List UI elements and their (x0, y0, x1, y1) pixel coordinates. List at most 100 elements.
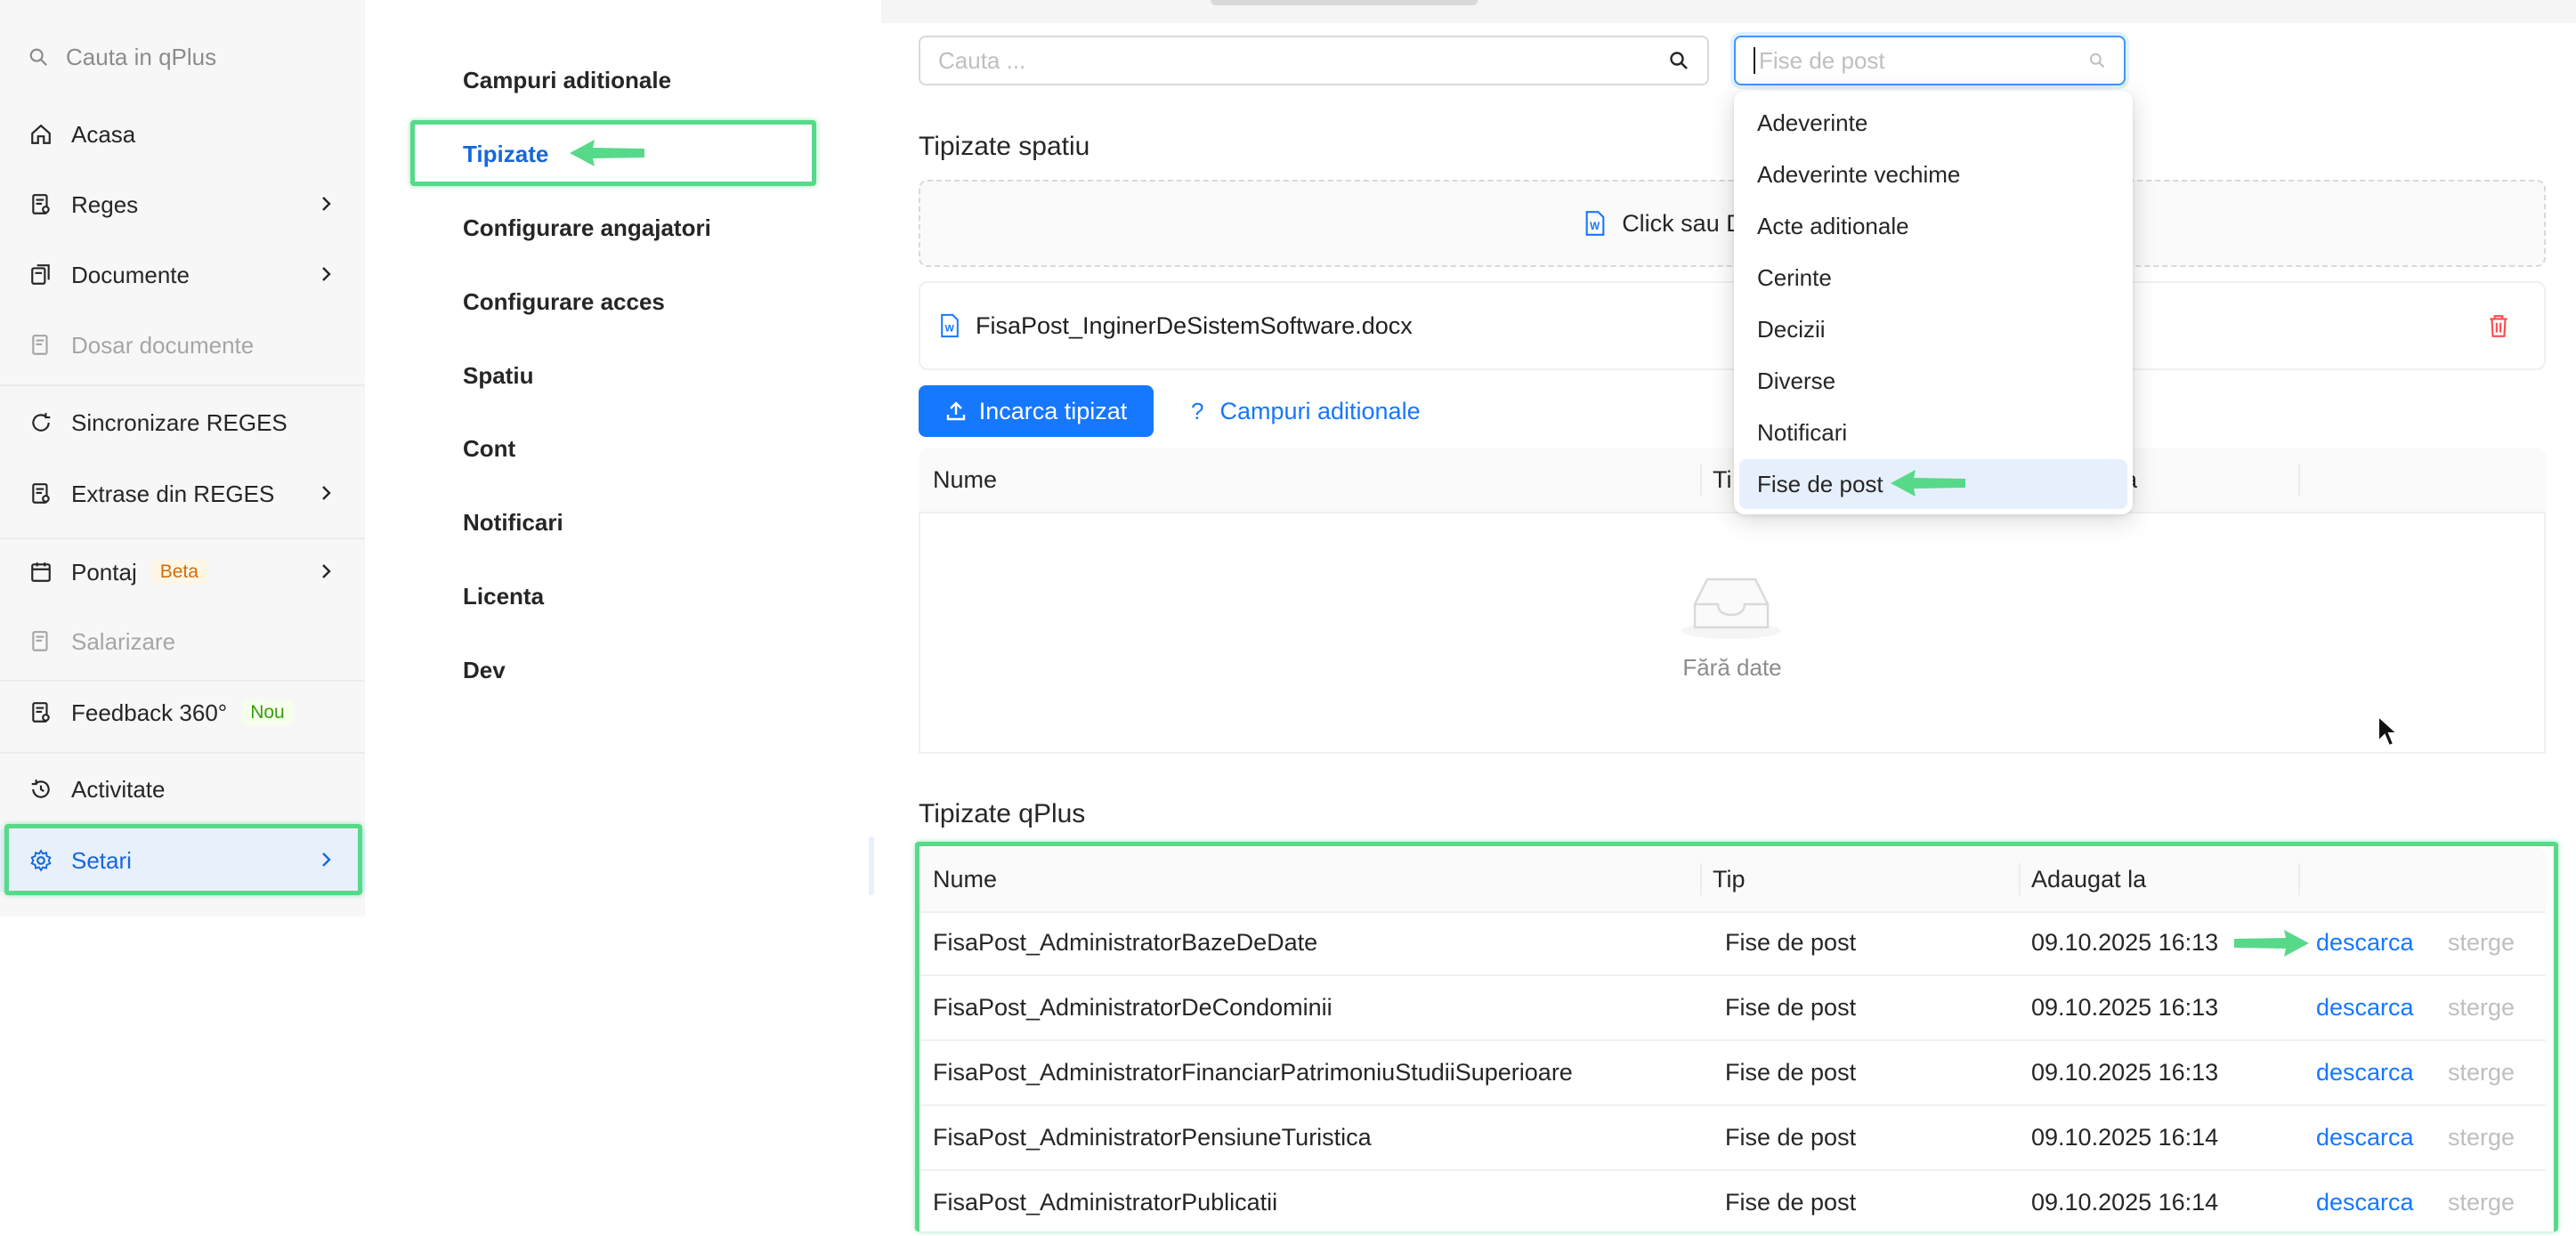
chevron-right-icon (322, 564, 331, 578)
delete-icon[interactable] (2487, 313, 2510, 338)
sidebar-divider (0, 537, 365, 539)
type-filter-select[interactable]: Fise de post (1734, 36, 2126, 85)
search-input[interactable]: Cauta ... (919, 36, 1709, 85)
svg-text:W: W (945, 324, 955, 335)
upload-dropzone[interactable]: W Click sau Drag & Drop p (919, 180, 2546, 267)
sidebar-item-reges[interactable]: Reges (0, 174, 365, 236)
submenu-cont[interactable]: Cont (463, 426, 515, 471)
document-audit-icon (28, 481, 53, 506)
row-type: Fise de post (1725, 1189, 1857, 1216)
download-link[interactable]: descarca (2316, 1106, 2414, 1169)
settings-submenu: Campuri aditionale Tipizate Configurare … (365, 0, 881, 1232)
document-audit-icon (28, 192, 53, 217)
delete-link[interactable]: sterge (2448, 1106, 2515, 1169)
dropdown-option[interactable]: Acte aditionale (1739, 201, 2127, 251)
sidebar-search[interactable]: Cauta in qPlus (28, 39, 216, 75)
delete-link[interactable]: sterge (2448, 1041, 2515, 1104)
search-placeholder: Cauta ... (938, 46, 1026, 74)
word-file-icon: W (941, 313, 959, 338)
sidebar-item-label: Sincronizare REGES (71, 408, 288, 436)
sidebar-item-feedback-360[interactable]: Feedback 360° Nou (0, 682, 365, 744)
dropdown-option[interactable]: Adeverinte (1739, 98, 2127, 148)
column-separator (2298, 863, 2300, 895)
submenu-dev[interactable]: Dev (463, 648, 506, 692)
main-panel: Cauta ... Fise de post Tipizate spatiu W… (881, 0, 2576, 1232)
dropdown-option[interactable]: Notificari (1739, 408, 2127, 457)
campuri-aditionale-label: Campuri aditionale (1219, 397, 1421, 424)
folder-icon (28, 333, 53, 358)
table-row: FisaPost_AdministratorFinanciarPatrimoni… (919, 1041, 2546, 1106)
submenu-configurare-acces[interactable]: Configurare acces (463, 279, 665, 324)
campuri-aditionale-link[interactable]: ? Campuri aditionale (1191, 385, 1421, 437)
row-added: 09.10.2025 16:14 (2031, 1124, 2219, 1151)
chevron-right-icon (322, 197, 331, 211)
svg-text:W: W (1590, 221, 1600, 232)
column-separator (1700, 464, 1702, 496)
dropdown-option[interactable]: Adeverinte vechime (1739, 149, 2127, 199)
chevron-right-icon (322, 486, 331, 500)
top-handle (1211, 0, 1478, 5)
row-added: 09.10.2025 16:13 (2031, 1059, 2219, 1086)
dropdown-option[interactable]: Cerinte (1739, 253, 2127, 303)
sidebar: Cauta in qPlus Acasa Reges Documente Dos… (0, 0, 365, 917)
sidebar-item-sincronizare-reges[interactable]: Sincronizare REGES (0, 392, 365, 454)
column-header-adaugat-la: Adaugat la (2031, 865, 2147, 893)
table-row: FisaPost_AdministratorPensiuneTuristica … (919, 1106, 2546, 1171)
arrow-left-icon (1891, 470, 1965, 497)
table-row: FisaPost_AdministratorDeCondominii Fise … (919, 976, 2546, 1041)
sidebar-item-label: Extrase din REGES (71, 480, 275, 507)
delete-link[interactable]: sterge (2448, 911, 2515, 974)
arrow-right-icon (2234, 930, 2309, 957)
download-link[interactable]: descarca (2316, 1041, 2414, 1104)
download-link[interactable]: descarca (2316, 911, 2414, 974)
download-link[interactable]: descarca (2316, 976, 2414, 1039)
search-icon (29, 48, 47, 66)
submenu-scrollbar[interactable] (869, 836, 874, 895)
uploaded-file-name[interactable]: FisaPost_InginerDeSistemSoftware.docx (976, 312, 1413, 340)
sidebar-item-documente[interactable]: Documente (0, 244, 365, 306)
top-bar (881, 0, 2576, 23)
sidebar-item-dosar-documente[interactable]: Dosar documente (0, 314, 365, 376)
row-name: FisaPost_AdministratorDeCondominii (933, 994, 1333, 1021)
submenu-campuri-aditionale[interactable]: Campuri aditionale (463, 58, 671, 102)
delete-link[interactable]: sterge (2448, 976, 2515, 1039)
dropdown-option[interactable]: Decizii (1739, 304, 2127, 354)
sidebar-item-label: Salarizare (71, 627, 176, 655)
dropdown-option[interactable]: Diverse (1739, 356, 2127, 406)
empty-inbox-icon (1681, 578, 1781, 639)
sidebar-divider (0, 752, 365, 754)
empty-text: Fără date (1682, 654, 1782, 681)
upload-tipizat-button[interactable]: Incarca tipizat (919, 385, 1154, 437)
text-caret (1754, 47, 1755, 74)
chevron-right-icon (322, 852, 331, 867)
sidebar-item-acasa[interactable]: Acasa (0, 103, 365, 166)
upload-icon (946, 401, 965, 421)
submenu-configurare-angajatori[interactable]: Configurare angajatori (463, 206, 711, 250)
sidebar-item-setari[interactable]: Setari (0, 829, 365, 892)
sidebar-item-extrase-din-reges[interactable]: Extrase din REGES (0, 463, 365, 525)
submenu-spatiu[interactable]: Spatiu (463, 353, 533, 398)
chevron-right-icon (322, 267, 331, 281)
question-icon: ? (1191, 397, 1204, 424)
sidebar-item-activitate[interactable]: Activitate (0, 758, 365, 820)
gear-icon (28, 848, 53, 873)
search-icon (1670, 52, 1688, 69)
document-audit-icon (28, 700, 53, 725)
sidebar-item-label: Setari (71, 846, 132, 874)
submenu-notificari[interactable]: Notificari (463, 500, 563, 545)
upload-button-label: Incarca tipizat (978, 397, 1128, 424)
row-type: Fise de post (1725, 994, 1857, 1021)
row-added: 09.10.2025 16:13 (2031, 994, 2219, 1021)
sidebar-item-pontaj[interactable]: Pontaj Beta (0, 541, 365, 603)
tipizate-spatiu-table: Nume Ti a (919, 448, 2546, 513)
table-row: FisaPost_AdministratorPublicatii Fise de… (919, 1171, 2546, 1236)
sidebar-item-label: Activitate (71, 775, 166, 803)
download-link[interactable]: descarca (2316, 1171, 2414, 1234)
submenu-tipizate[interactable]: Tipizate (463, 132, 548, 176)
sidebar-item-label: Dosar documente (71, 331, 255, 359)
column-header-nume: Nume (933, 465, 998, 493)
type-filter-dropdown: Adeverinte Adeverinte vechime Acte aditi… (1734, 91, 2133, 514)
sidebar-item-salarizare[interactable]: Salarizare (0, 610, 365, 673)
submenu-licenta[interactable]: Licenta (463, 574, 544, 618)
delete-link[interactable]: sterge (2448, 1171, 2515, 1234)
